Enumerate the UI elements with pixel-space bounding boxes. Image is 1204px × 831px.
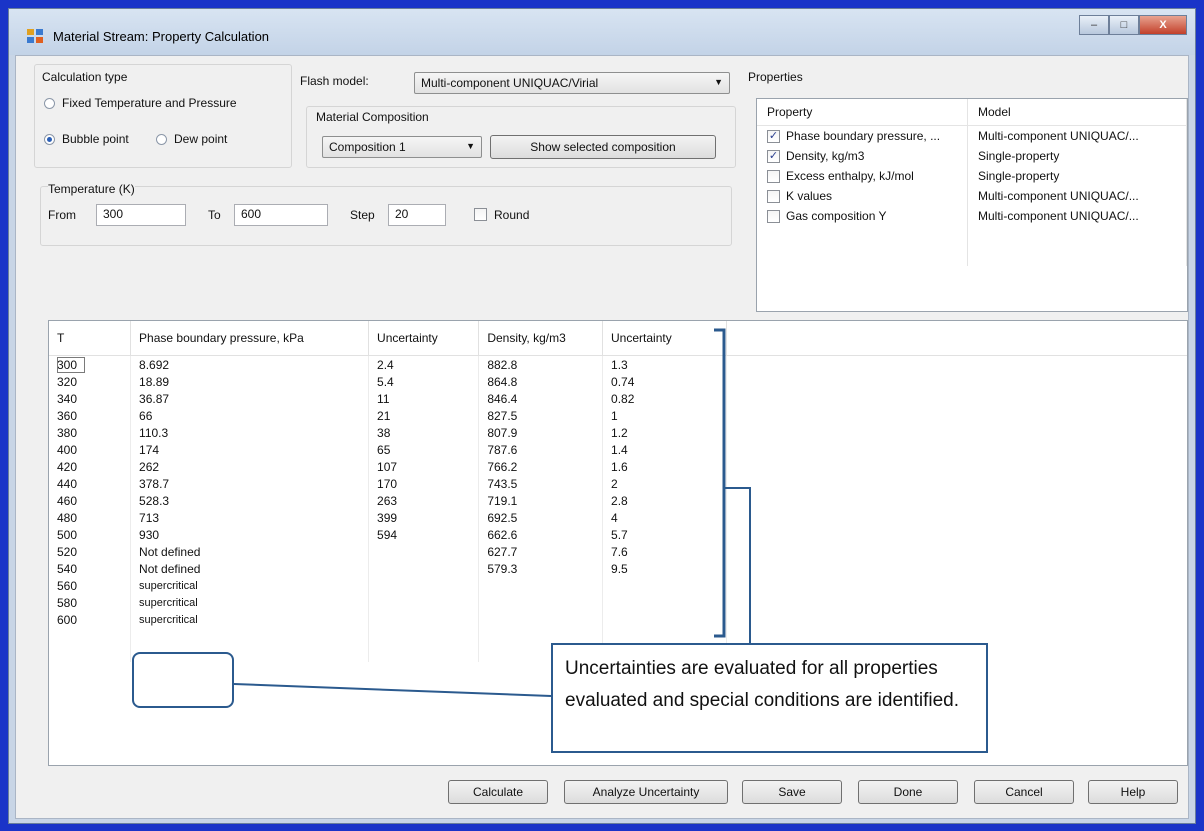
minimize-button[interactable]: – (1079, 15, 1109, 35)
analyze-uncertainty-button[interactable]: Analyze Uncertainty (564, 780, 728, 804)
supercritical-highlight (132, 652, 234, 708)
supercritical-pointer-line (233, 683, 552, 697)
calculate-button[interactable]: Calculate (448, 780, 548, 804)
pointer-line (724, 487, 751, 643)
close-button[interactable]: X (1139, 15, 1187, 35)
done-button[interactable]: Done (858, 780, 958, 804)
window-title: Material Stream: Property Calculation (53, 29, 270, 44)
bracket-line (714, 328, 726, 638)
cancel-button[interactable]: Cancel (974, 780, 1074, 804)
help-button[interactable]: Help (1088, 780, 1178, 804)
title-bar[interactable]: Material Stream: Property Calculation – … (9, 9, 1195, 55)
annotation-callout: Uncertainties are evaluated for all prop… (551, 643, 988, 753)
client-area: Calculation type Fixed Temperature and P… (15, 55, 1189, 819)
save-button[interactable]: Save (742, 780, 842, 804)
app-icon (27, 29, 43, 43)
property-calculation-window: Material Stream: Property Calculation – … (8, 8, 1196, 824)
maximize-button[interactable]: □ (1109, 15, 1139, 35)
